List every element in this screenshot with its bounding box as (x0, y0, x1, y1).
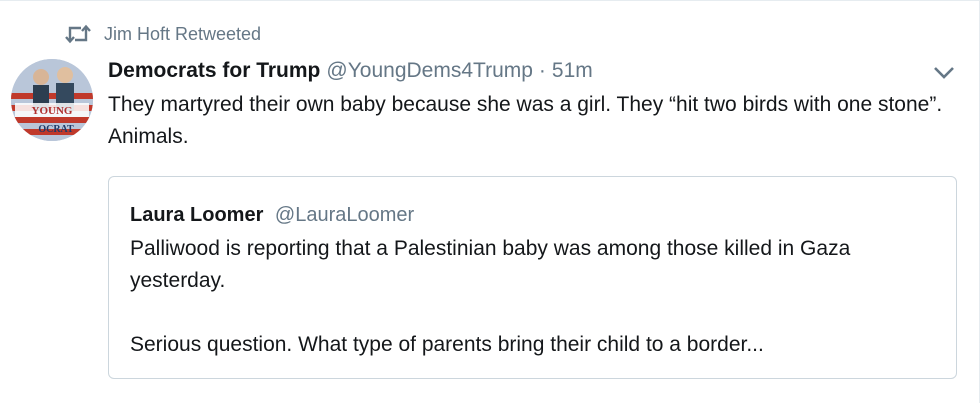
tweet-timestamp[interactable]: 51m (552, 59, 593, 83)
quoted-paragraph-2: Serious question. What type of parents b… (130, 333, 764, 356)
tweet-header: Democrats for Trump @YoungDems4Trump · 5… (108, 59, 593, 83)
tweet-text: They martyred their own baby because she… (108, 93, 943, 148)
author-username[interactable]: @YoungDems4Trump (326, 59, 533, 83)
header-separator: · (538, 59, 546, 82)
avatar-text-bottom: OCRAT (38, 124, 74, 135)
quoted-author-fullname: Laura Loomer (130, 204, 264, 226)
tweet[interactable]: Jim Hoft Retweeted YOUNG OCRAT Democrats… (0, 0, 980, 403)
retweet-label[interactable]: Jim Hoft Retweeted (104, 24, 261, 45)
avatar[interactable]: YOUNG OCRAT (11, 59, 93, 141)
quoted-tweet-text: Palliwood is reporting that a Palestinia… (130, 233, 940, 361)
chevron-down-icon (933, 66, 955, 85)
quoted-author-username: @LauraLoomer (274, 204, 415, 226)
quoted-tweet[interactable]: Laura Loomer @LauraLoomer Palliwood is r… (108, 176, 957, 379)
author-fullname[interactable]: Democrats for Trump (108, 59, 320, 83)
retweet-context: Jim Hoft Retweeted (64, 23, 261, 45)
avatar-text-top: YOUNG (32, 105, 73, 117)
quoted-paragraph-1: Palliwood is reporting that a Palestinia… (130, 237, 851, 292)
retweet-icon (64, 23, 92, 45)
quoted-tweet-header: Laura Loomer @LauraLoomer (130, 204, 414, 227)
more-options-button[interactable] (930, 63, 958, 87)
